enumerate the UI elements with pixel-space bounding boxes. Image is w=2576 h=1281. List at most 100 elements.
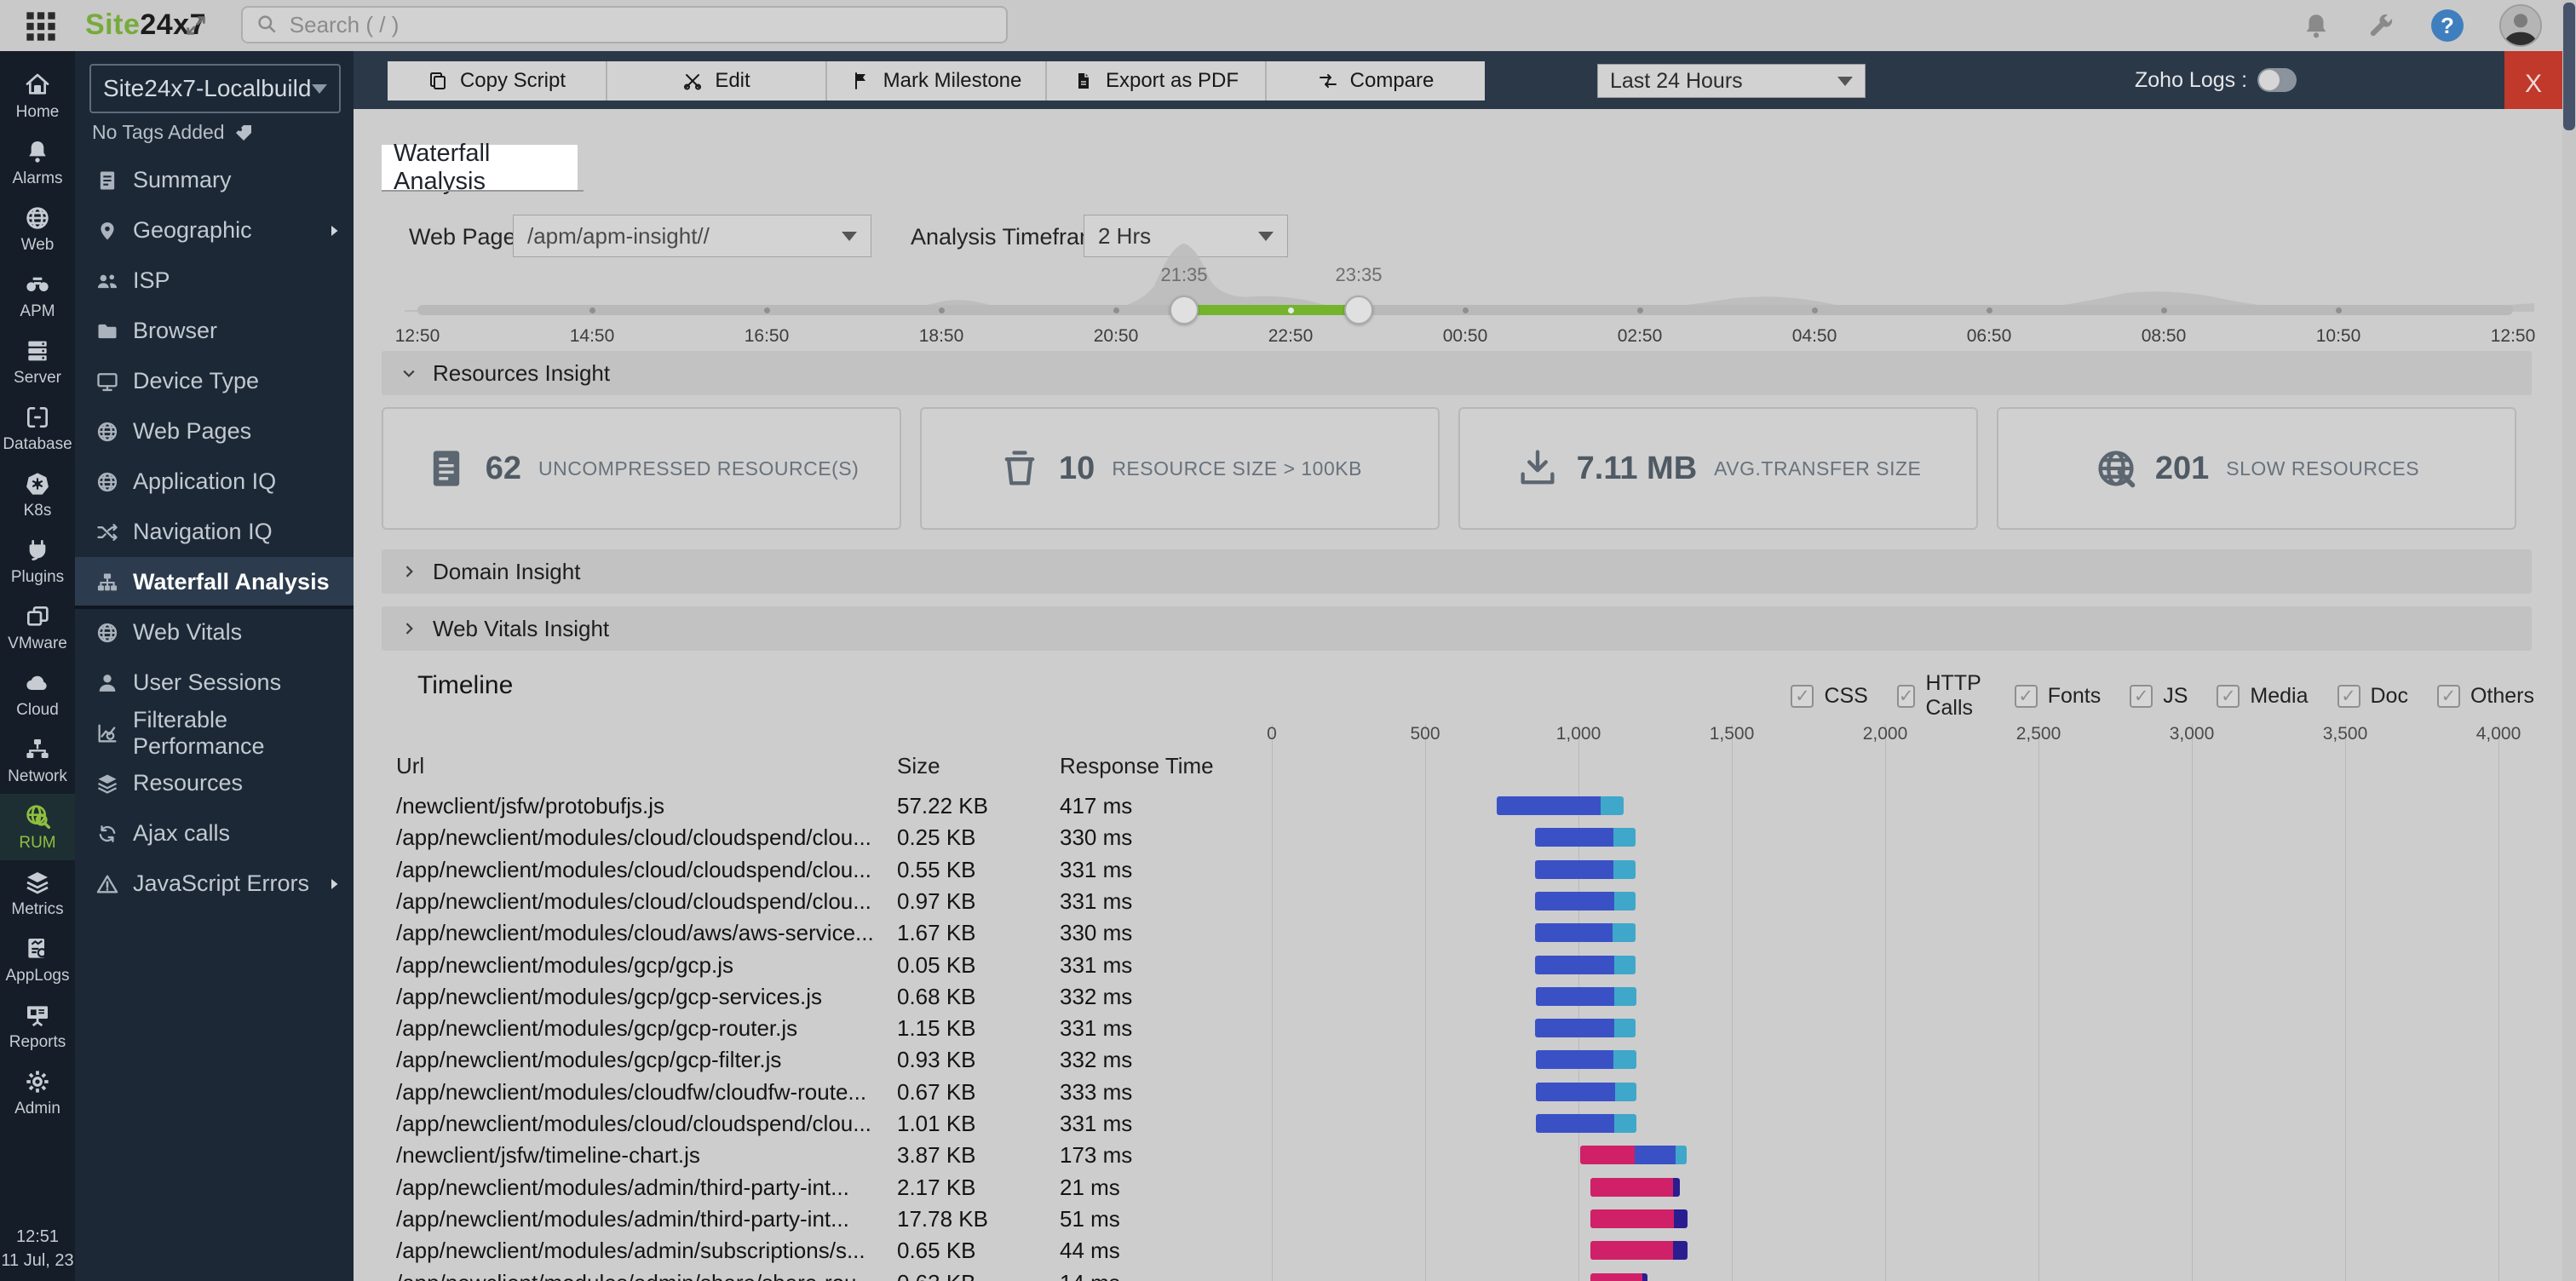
user-avatar[interactable] xyxy=(2499,4,2542,47)
filter-checkbox-js[interactable]: ✓ JS xyxy=(2130,684,2188,709)
rail-item-web[interactable]: Web xyxy=(0,196,75,262)
mark-milestone-button[interactable]: Mark Milestone xyxy=(827,61,1047,101)
row-url[interactable]: /app/newclient/modules/gcp/gcp.js xyxy=(396,952,886,979)
sidebar-item-filterable-performance[interactable]: Filterable Performance xyxy=(75,707,354,759)
rail-item-metrics[interactable]: Metrics xyxy=(0,860,75,927)
slider-handle-start[interactable] xyxy=(1170,296,1199,325)
sidebar-item-isp[interactable]: ISP xyxy=(75,256,354,306)
scrollbar-track[interactable] xyxy=(2562,0,2576,1281)
rail-item-plugins[interactable]: Plugins xyxy=(0,528,75,595)
row-url[interactable]: /app/newclient/modules/cloud/cloudspend/… xyxy=(396,857,886,883)
search-input[interactable] xyxy=(287,10,992,39)
rail-item-k8s[interactable]: K8s xyxy=(0,462,75,528)
refresh-icon xyxy=(95,822,119,846)
sidebar-item-waterfall-analysis[interactable]: Waterfall Analysis xyxy=(75,557,354,607)
row-url[interactable]: /app/newclient/modules/admin/third-party… xyxy=(396,1206,886,1232)
search-box[interactable] xyxy=(241,6,1008,43)
row-url[interactable]: /app/newclient/modules/gcp/gcp-services.… xyxy=(396,984,886,1010)
rail-item-database[interactable]: Database xyxy=(0,395,75,462)
table-row[interactable]: /app/newclient/modules/cloud/cloudspend/… xyxy=(354,886,2576,917)
table-row[interactable]: /newclient/jsfw/timeline-chart.js 3.87 KB… xyxy=(354,1140,2576,1171)
rail-item-admin[interactable]: Admin xyxy=(0,1060,75,1126)
sidebar-item-geographic[interactable]: Geographic xyxy=(75,205,354,256)
sidebar-item-resources[interactable]: Resources xyxy=(75,758,354,808)
rail-item-vmware[interactable]: VMware xyxy=(0,595,75,661)
edit-button[interactable]: Edit xyxy=(607,61,827,101)
table-row[interactable]: /app/newclient/modules/gcp/gcp-services.… xyxy=(354,981,2576,1013)
rail-item-server[interactable]: Server xyxy=(0,329,75,395)
table-row[interactable]: /app/newclient/modules/cloud/cloudspend/… xyxy=(354,822,2576,853)
chevron-right-icon xyxy=(400,620,417,637)
row-url[interactable]: /app/newclient/modules/admin/share/share… xyxy=(396,1270,886,1281)
filter-checkbox-css[interactable]: ✓ CSS xyxy=(1791,684,1868,709)
sidebar-item-summary[interactable]: Summary xyxy=(75,155,354,205)
zoho-logs-toggle[interactable] xyxy=(2257,68,2297,92)
row-url[interactable]: /newclient/jsfw/timeline-chart.js xyxy=(396,1142,886,1169)
table-row[interactable]: /app/newclient/modules/admin/third-party… xyxy=(354,1203,2576,1235)
time-range-select[interactable]: Last 24 Hours xyxy=(1597,64,1866,98)
web-vitals-insight-header[interactable]: Web Vitals Insight xyxy=(382,606,2532,651)
filter-checkbox-doc[interactable]: ✓ Doc xyxy=(2337,684,2408,709)
table-row[interactable]: /app/newclient/modules/cloud/cloudspend/… xyxy=(354,1108,2576,1140)
filter-checkbox-fonts[interactable]: ✓ Fonts xyxy=(2014,684,2101,709)
table-row[interactable]: /app/newclient/modules/gcp/gcp-router.js… xyxy=(354,1013,2576,1044)
row-url[interactable]: /app/newclient/modules/admin/subscriptio… xyxy=(396,1238,886,1264)
rail-item-apm[interactable]: APM xyxy=(0,262,75,329)
row-url[interactable]: /app/newclient/modules/cloud/cloudspend/… xyxy=(396,888,886,915)
table-row[interactable]: /app/newclient/modules/admin/share/share… xyxy=(354,1267,2576,1281)
rail-item-home[interactable]: Home xyxy=(0,63,75,129)
sidebar-item-web-vitals[interactable]: Web Vitals xyxy=(75,607,354,658)
table-row[interactable]: /app/newclient/modules/cloud/aws/aws-ser… xyxy=(354,917,2576,949)
close-button[interactable]: X xyxy=(2504,51,2562,118)
row-url[interactable]: /newclient/jsfw/protobufjs.js xyxy=(396,793,886,819)
table-row[interactable]: /app/newclient/modules/admin/third-party… xyxy=(354,1172,2576,1203)
domain-insight-header[interactable]: Domain Insight xyxy=(382,549,2532,594)
monitor-selector[interactable]: Site24x7-Localbuild xyxy=(89,64,341,113)
copy-script-button[interactable]: Copy Script xyxy=(388,61,607,101)
table-row[interactable]: /app/newclient/modules/cloudfw/cloudfw-r… xyxy=(354,1077,2576,1108)
sidebar-item-device-type[interactable]: Device Type xyxy=(75,356,354,406)
rail-item-reports[interactable]: Reports xyxy=(0,993,75,1060)
row-url[interactable]: /app/newclient/modules/cloud/cloudspend/… xyxy=(396,824,886,851)
filter-checkbox-others[interactable]: ✓ Others xyxy=(2436,684,2534,709)
app-grid-icon[interactable] xyxy=(24,9,58,42)
settings-wrench-icon[interactable] xyxy=(2366,11,2395,40)
tags-row: No Tags Added xyxy=(92,121,254,144)
rail-item-label: K8s xyxy=(23,501,52,520)
rail-item-cloud[interactable]: Cloud xyxy=(0,661,75,727)
sidebar-item-user-sessions[interactable]: User Sessions xyxy=(75,658,354,708)
sidebar-item-navigation-iq[interactable]: Navigation IQ xyxy=(75,507,354,557)
table-row[interactable]: /app/newclient/modules/gcp/gcp-filter.js… xyxy=(354,1044,2576,1076)
row-url[interactable]: /app/newclient/modules/gcp/gcp-router.js xyxy=(396,1015,886,1042)
filter-checkbox-http-calls[interactable]: ✓ HTTP Calls xyxy=(1896,671,1986,721)
notification-bell-icon[interactable] xyxy=(2302,11,2331,40)
rail-item-applogs[interactable]: AppLogs xyxy=(0,927,75,993)
compare-button[interactable]: Compare xyxy=(1267,61,1485,101)
resources-insight-header[interactable]: Resources Insight xyxy=(382,351,2532,395)
slider-handle-end[interactable] xyxy=(1344,296,1373,325)
help-icon[interactable]: ? xyxy=(2431,9,2464,42)
sidebar-item-ajax-calls[interactable]: Ajax calls xyxy=(75,808,354,859)
tag-icon[interactable] xyxy=(233,123,254,143)
time-slider-selected-range[interactable] xyxy=(1184,305,1359,315)
scrollbar-thumb[interactable] xyxy=(2563,3,2575,130)
sidebar-item-web-pages[interactable]: Web Pages xyxy=(75,406,354,457)
row-url[interactable]: /app/newclient/modules/admin/third-party… xyxy=(396,1175,886,1201)
table-row[interactable]: /app/newclient/modules/gcp/gcp.js 0.05 KB… xyxy=(354,950,2576,981)
table-row[interactable]: /newclient/jsfw/protobufjs.js 57.22 KB 417… xyxy=(354,790,2576,822)
row-url[interactable]: /app/newclient/modules/cloud/cloudspend/… xyxy=(396,1111,886,1137)
row-url[interactable]: /app/newclient/modules/gcp/gcp-filter.js xyxy=(396,1047,886,1073)
row-url[interactable]: /app/newclient/modules/cloudfw/cloudfw-r… xyxy=(396,1079,886,1106)
expand-icon[interactable] xyxy=(184,14,208,37)
sidebar-item-browser[interactable]: Browser xyxy=(75,306,354,356)
rail-item-alarms[interactable]: Alarms xyxy=(0,129,75,196)
table-row[interactable]: /app/newclient/modules/cloud/cloudspend/… xyxy=(354,854,2576,886)
sidebar-item-javascript-errors[interactable]: JavaScript Errors xyxy=(75,859,354,909)
sidebar-item-application-iq[interactable]: Application IQ xyxy=(75,457,354,507)
rail-item-network[interactable]: Network xyxy=(0,727,75,794)
table-row[interactable]: /app/newclient/modules/admin/subscriptio… xyxy=(354,1235,2576,1267)
filter-checkbox-media[interactable]: ✓ Media xyxy=(2217,684,2309,709)
rail-item-rum[interactable]: RUM xyxy=(0,794,75,860)
row-url[interactable]: /app/newclient/modules/cloud/aws/aws-ser… xyxy=(396,920,886,946)
export-as-pdf-button[interactable]: Export as PDF xyxy=(1047,61,1267,101)
